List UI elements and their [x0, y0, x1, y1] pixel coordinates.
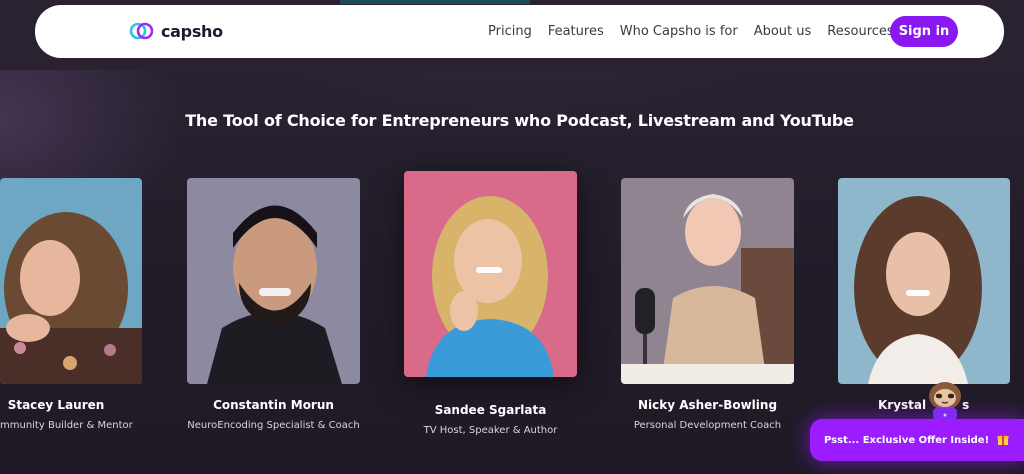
testimonial-photo-sandee — [404, 171, 577, 377]
svg-text:★: ★ — [942, 412, 947, 419]
nav-links: Pricing Features Who Capsho is for About… — [488, 5, 910, 58]
testimonial-photo-nicky — [621, 178, 794, 384]
navbar: capsho Pricing Features Who Capsho is fo… — [35, 5, 1004, 58]
sloth-mascot-icon[interactable]: ★ — [923, 380, 967, 420]
testimonial-role: mmunity Builder & Mentor — [0, 420, 133, 431]
testimonial-name: Nicky Asher-Bowling — [637, 398, 778, 412]
sign-in-button[interactable]: Sign in — [890, 16, 958, 47]
nav-link-who-capsho-is-for[interactable]: Who Capsho is for — [620, 24, 738, 39]
testimonial-name: Sandee Sgarlata — [434, 403, 547, 417]
testimonial-name: Stacey Lauren — [7, 398, 105, 412]
exclusive-offer-button[interactable]: Psst... Exclusive Offer Inside! — [810, 419, 1024, 461]
testimonial-role: TV Host, Speaker & Author — [423, 425, 558, 436]
nav-link-pricing[interactable]: Pricing — [488, 24, 532, 39]
gift-icon — [997, 433, 1009, 448]
testimonial-photo-krystal — [838, 178, 1010, 384]
nav-link-about-us[interactable]: About us — [754, 24, 812, 39]
logo-text: capsho — [161, 21, 223, 41]
testimonial-photo-stacey — [0, 178, 142, 384]
nav-link-resources[interactable]: Resources — [827, 24, 893, 39]
nav-link-features[interactable]: Features — [548, 24, 604, 39]
testimonial-photo-constantin — [187, 178, 360, 384]
testimonial-role: NeuroEncoding Specialist & Coach — [187, 420, 360, 431]
capsho-logo[interactable]: capsho — [129, 19, 223, 43]
testimonial-role: Personal Development Coach — [633, 420, 782, 431]
header-accent — [340, 0, 530, 4]
capsho-logo-icon — [129, 21, 155, 41]
offer-label: Psst... Exclusive Offer Inside! — [824, 434, 990, 446]
page: capsho Pricing Features Who Capsho is fo… — [0, 0, 1024, 474]
testimonial-name: Constantin Morun — [213, 398, 334, 412]
page-headline: The Tool of Choice for Entrepreneurs who… — [185, 111, 854, 130]
